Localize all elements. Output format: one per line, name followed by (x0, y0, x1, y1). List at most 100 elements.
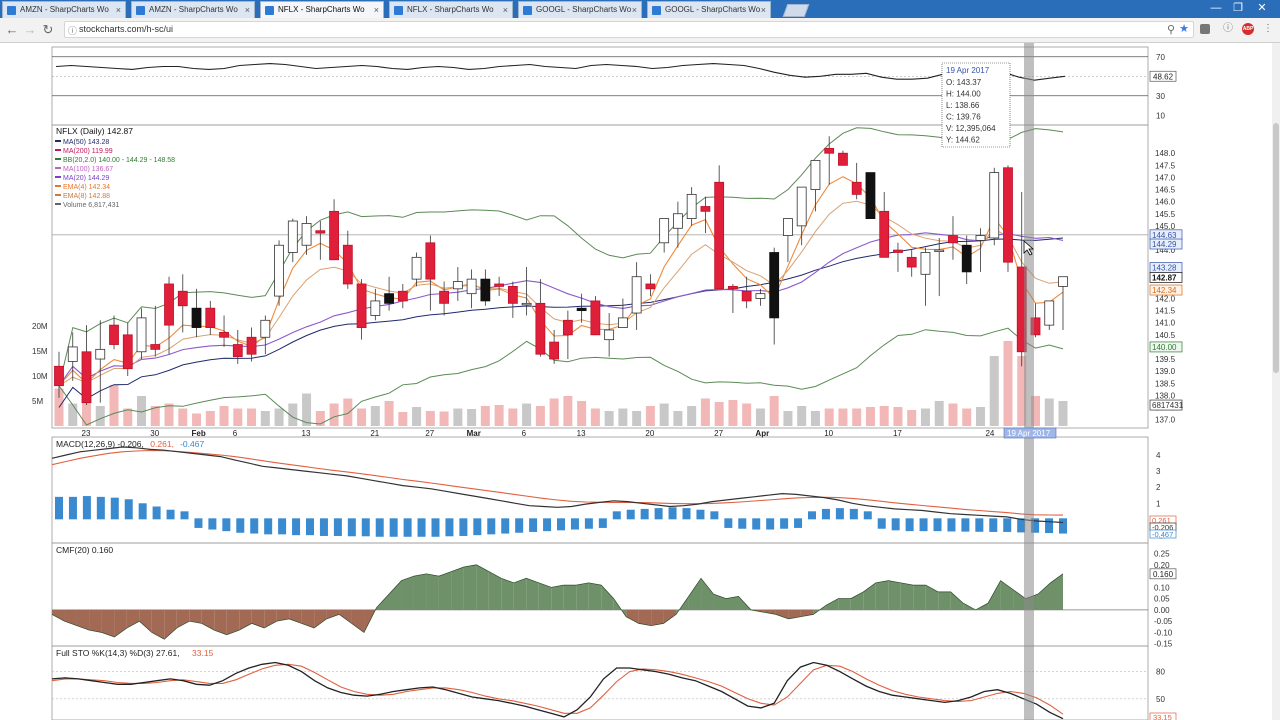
candle-body (893, 249, 903, 253)
browser-tab[interactable]: AMZN - SharpCharts Wo × (131, 1, 255, 18)
minimize-button[interactable]: — (1206, 0, 1226, 18)
cmf-title: CMF(20) 0.160 (56, 545, 113, 555)
macd-histogram-bar (557, 518, 565, 531)
volume-bar (178, 408, 188, 426)
cmf-area-segment (563, 585, 577, 610)
macd-histogram-bar (626, 509, 635, 520)
volume-bar (879, 406, 889, 426)
forward-icon[interactable]: → (22, 22, 38, 38)
tab-close-icon[interactable]: × (374, 2, 379, 18)
macd-histogram-bar (166, 509, 175, 520)
back-icon[interactable]: ← (4, 22, 20, 38)
cmf-area-segment (900, 582, 914, 610)
cmf-panel: CMF(20) 0.1600.250.200.150.100.050.00-0.… (51, 545, 1177, 649)
tab-close-icon[interactable]: × (245, 2, 250, 18)
volume-bar (1058, 401, 1068, 426)
candle-body (246, 336, 257, 355)
date-tick-label: 27 (425, 429, 434, 438)
browser-tab[interactable]: NFLX - SharpCharts Wo × (260, 1, 384, 18)
volume-bar (700, 398, 710, 426)
sharpchart[interactable]: 70301048.62 148.0147.5147.0146.5146.0145… (0, 43, 1270, 720)
maximize-button[interactable]: ❐ (1228, 0, 1248, 18)
date-tick-label: 20 (645, 429, 654, 438)
volume-bar (590, 408, 600, 426)
tab-label: GOOGL - SharpCharts Wo (665, 5, 761, 14)
date-tick-label: 6 (233, 429, 238, 438)
candle-body (865, 172, 876, 219)
browser-tab[interactable]: GOOGL - SharpCharts Wo × (518, 1, 642, 18)
cmf-area-segment (438, 571, 452, 610)
cmf-area-segment (850, 591, 864, 610)
tab-close-icon[interactable]: × (632, 2, 637, 18)
candle-body (604, 329, 615, 341)
volume-tick-label: 5M (32, 397, 43, 406)
price-tick-label: 140.5 (1155, 331, 1176, 340)
page-info-icon[interactable]: ⓘ (68, 24, 77, 37)
page-scrollbar[interactable] (1272, 43, 1280, 720)
cmf-area-segment (76, 609, 90, 631)
cmf-area-segment (576, 582, 589, 610)
cmf-area-segment (339, 609, 352, 624)
candle-body (783, 218, 793, 236)
browser-tab[interactable]: AMZN - SharpCharts Wo × (2, 1, 126, 18)
date-tick-label: 24 (985, 429, 994, 438)
macd-histogram-bar (180, 511, 189, 520)
volume-bar (618, 408, 628, 426)
candle-body (384, 293, 394, 304)
scrollbar-thumb[interactable] (1273, 123, 1279, 373)
url-text: stockcharts.com/h-sc/ui (79, 24, 174, 34)
candle-body (480, 278, 491, 302)
macd-histogram-bar (333, 518, 342, 536)
tab-close-icon[interactable]: × (503, 2, 508, 18)
volume-bar (412, 407, 422, 426)
candle-body (342, 244, 353, 285)
macd-tick-label: 2 (1156, 483, 1161, 492)
tooltip-line: O: 143.37 (946, 78, 982, 87)
close-window-button[interactable]: ✕ (1252, 0, 1272, 18)
menu-icon[interactable]: ⋮ (1262, 23, 1274, 35)
star-icon[interactable]: ★ (1179, 22, 1189, 35)
price-badge-label: 142.34 (1152, 286, 1177, 295)
cmf-tick-label: -0.15 (1154, 640, 1173, 649)
candle-body (1044, 300, 1055, 326)
sto-tick-label: 50 (1156, 695, 1165, 704)
volume-bar (260, 411, 270, 426)
search-icon[interactable]: ⚲ (1167, 23, 1175, 36)
macd-histogram-bar (919, 518, 928, 532)
volume-bar (329, 403, 339, 426)
candle-body (631, 276, 642, 314)
price-title: NFLX (Daily) 142.87 (56, 126, 133, 136)
macd-histogram-bar (570, 518, 579, 530)
cmf-area-segment (89, 609, 102, 633)
tab-close-icon[interactable]: × (761, 2, 766, 18)
candle-body (535, 302, 546, 355)
volume-tick-label: 15M (32, 347, 48, 356)
new-tab-button[interactable] (782, 4, 810, 17)
date-tick-label: 13 (302, 429, 311, 438)
browser-tab[interactable]: NFLX - SharpCharts Wo × (389, 1, 513, 18)
tab-close-icon[interactable]: × (116, 2, 121, 18)
macd-histogram-bar (459, 518, 468, 536)
macd-histogram-bar (752, 518, 761, 530)
info-icon[interactable]: ⓘ (1222, 23, 1234, 35)
address-bar[interactable]: ⓘ stockcharts.com/h-sc/ui ⚲ ★ (64, 21, 1194, 38)
cmf-area-segment (176, 609, 190, 628)
candle-body (741, 290, 752, 302)
stochastic-panel: Full STO %K(14,3) %D(3) 27.61, 33.15 80 50 3… (51, 648, 1177, 720)
volume-bar (109, 385, 119, 426)
reload-icon[interactable]: ↻ (40, 22, 56, 38)
candle-body (851, 181, 862, 195)
browser-tab[interactable]: GOOGL - SharpCharts Wo × (647, 1, 771, 18)
tooltip-line: L: 138.66 (946, 101, 980, 110)
candle-body (205, 307, 216, 328)
cmf-area-segment (413, 573, 427, 610)
tooltip-date: 19 Apr 2017 (946, 66, 990, 75)
macd-histogram-bar (473, 518, 482, 536)
candle-body (562, 319, 573, 336)
date-tick-label: 6 (522, 429, 527, 438)
adblock-icon[interactable]: ABP (1242, 23, 1254, 35)
extension-icon[interactable] (1200, 24, 1210, 34)
sto-tick-label: 80 (1156, 668, 1165, 677)
cmf-current-label: 0.160 (1153, 570, 1174, 579)
macd-histogram-bar (696, 509, 705, 520)
